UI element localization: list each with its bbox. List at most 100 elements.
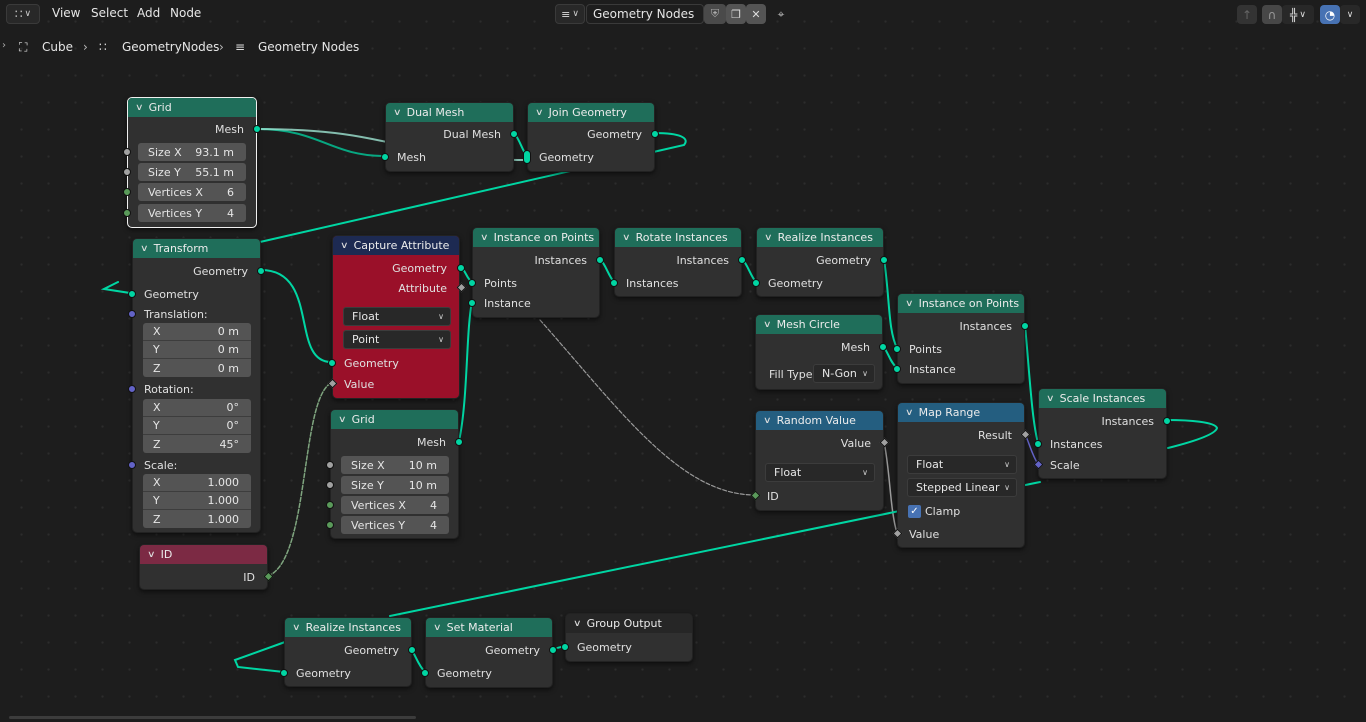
collapse-chevron-icon[interactable]: ∨ xyxy=(905,299,914,309)
fake-user-button[interactable]: ⛨ xyxy=(704,4,726,24)
output-socket-geometry[interactable] xyxy=(880,256,888,264)
collapse-chevron-icon[interactable]: ∨ xyxy=(338,415,347,425)
output-socket-mesh[interactable] xyxy=(253,125,261,133)
input-socket-geometry[interactable] xyxy=(752,279,760,287)
snap-toggle[interactable]: ∩ xyxy=(1262,5,1282,24)
vertices-x-field[interactable]: Vertices X4 xyxy=(341,496,449,514)
node-capture-attribute[interactable]: ∨ Capture Attribute Geometry Attribute Fl… xyxy=(327,235,467,399)
input-socket-instances[interactable] xyxy=(610,279,618,287)
collapse-chevron-icon[interactable]: ∨ xyxy=(763,416,772,426)
node-header[interactable]: ∨ ID xyxy=(140,545,267,564)
translation-x-field[interactable]: X0 m xyxy=(143,323,251,341)
duplicate-button[interactable]: ❐ xyxy=(726,4,746,24)
input-socket-rotation[interactable] xyxy=(128,385,136,393)
node-realize-instances-2[interactable]: ∨ Realize Instances Geometry Geometry xyxy=(280,617,416,687)
node-header[interactable]: ∨ Realize Instances xyxy=(285,618,411,637)
node-header[interactable]: ∨ Group Output xyxy=(566,614,692,633)
node-header[interactable]: ∨ Mesh Circle xyxy=(756,315,882,334)
domain-dropdown[interactable]: Point ∨ xyxy=(343,330,451,349)
node-header[interactable]: ∨ Join Geometry xyxy=(528,103,654,122)
scale-z-field[interactable]: Z 1.000 xyxy=(143,510,251,528)
node-set-material[interactable]: ∨ Set Material Geometry Geometry xyxy=(421,617,557,688)
collapse-chevron-icon[interactable]: ∨ xyxy=(135,103,144,113)
input-socket-translation[interactable] xyxy=(128,310,136,318)
input-socket-geometry[interactable] xyxy=(421,669,429,677)
size-x-field[interactable]: Size X 93.1 m xyxy=(138,143,246,161)
checkmark-icon[interactable]: ✓ xyxy=(908,504,921,518)
input-socket-geometry[interactable] xyxy=(280,669,288,677)
vertices-y-field[interactable]: Vertices Y4 xyxy=(138,204,246,222)
node-header[interactable]: ∨ Set Material xyxy=(426,618,552,637)
output-socket-instances[interactable] xyxy=(1021,322,1029,330)
node-rotate-instances[interactable]: ∨ Rotate Instances Instances Instances xyxy=(610,227,746,297)
collapse-chevron-icon[interactable]: ∨ xyxy=(140,244,149,254)
node-header[interactable]: ∨ Rotate Instances xyxy=(615,228,741,247)
node-group-output[interactable]: ∨ Group Output Geometry xyxy=(561,613,693,662)
node-grid-2[interactable]: ∨ Grid Mesh Size X 10 m Size Y 10 m Vertice… xyxy=(326,409,463,539)
input-socket-vertices-x[interactable] xyxy=(326,501,334,509)
scale-y-field[interactable]: Y 1.000 xyxy=(143,492,251,510)
collapse-chevron-icon[interactable]: ∨ xyxy=(292,623,301,633)
node-header[interactable]: ∨ Transform xyxy=(133,239,260,258)
node-instance-on-points[interactable]: ∨ Instance on Points Instances Points Ins… xyxy=(468,227,604,318)
node-header[interactable]: ∨ Dual Mesh xyxy=(386,103,513,122)
node-tree-name-field[interactable]: Geometry Nodes xyxy=(586,4,704,24)
node-instance-on-points-2[interactable]: ∨ Instance on Points Instances Points Ins… xyxy=(893,293,1029,384)
data-type-dropdown[interactable]: Float ∨ xyxy=(765,463,875,482)
rotation-z-field[interactable]: Z 45° xyxy=(143,435,251,453)
overlay-dropdown[interactable]: ∨ xyxy=(1340,5,1360,24)
parent-node-tree-button[interactable]: ↑ xyxy=(1237,5,1257,24)
collapse-chevron-icon[interactable]: ∨ xyxy=(1046,394,1055,404)
node-header[interactable]: ∨ Instance on Points xyxy=(898,294,1024,313)
breadcrumb-item-object[interactable]: Cube xyxy=(42,40,73,54)
node-tree-browse-button[interactable]: ≡ ∨ xyxy=(555,4,585,24)
input-socket-geometry-multi[interactable] xyxy=(523,150,531,164)
breadcrumb-item-modifier[interactable]: GeometryNodes xyxy=(122,40,219,54)
rotation-y-field[interactable]: Y 0° xyxy=(143,417,251,435)
input-socket-vertices-y[interactable] xyxy=(326,521,334,529)
sidebar-toggle-icon[interactable]: › xyxy=(2,40,6,51)
output-socket-instances[interactable] xyxy=(1163,417,1171,425)
output-socket-instances[interactable] xyxy=(738,256,746,264)
input-socket-size-x[interactable] xyxy=(326,461,334,469)
input-socket-mesh[interactable] xyxy=(381,153,389,161)
unlink-button[interactable]: ✕ xyxy=(746,4,766,24)
snap-mode-dropdown[interactable]: ╬ ∨ xyxy=(1282,5,1314,24)
output-socket-geometry[interactable] xyxy=(549,646,557,654)
output-socket-mesh[interactable] xyxy=(455,438,463,446)
input-socket-instance[interactable] xyxy=(468,299,476,307)
collapse-chevron-icon[interactable]: ∨ xyxy=(763,320,772,330)
node-dual-mesh[interactable]: ∨ Dual Mesh Dual Mesh Mesh xyxy=(381,102,518,172)
size-x-field[interactable]: Size X 10 m xyxy=(341,456,449,474)
input-socket-vertices-y[interactable] xyxy=(123,209,131,217)
menu-add[interactable]: Add xyxy=(137,6,160,20)
editor-type-button[interactable]: ∷ ∨ xyxy=(6,4,40,24)
collapse-chevron-icon[interactable]: ∨ xyxy=(535,108,544,118)
node-join-geometry[interactable]: ∨ Join Geometry Geometry Geometry xyxy=(523,102,659,172)
input-socket-geometry[interactable] xyxy=(561,643,569,651)
vertices-x-field[interactable]: Vertices X6 xyxy=(138,183,246,201)
input-socket-points[interactable] xyxy=(893,345,901,353)
menu-select[interactable]: Select xyxy=(91,6,128,20)
vertices-y-field[interactable]: Vertices Y4 xyxy=(341,516,449,534)
input-socket-instance[interactable] xyxy=(893,365,901,373)
collapse-chevron-icon[interactable]: ∨ xyxy=(480,233,489,243)
output-socket-instances[interactable] xyxy=(596,256,604,264)
menu-view[interactable]: View xyxy=(52,6,80,20)
interpolation-dropdown[interactable]: Stepped Linear ∨ xyxy=(907,478,1017,497)
collapse-chevron-icon[interactable]: ∨ xyxy=(393,108,402,118)
input-socket-geometry[interactable] xyxy=(128,290,136,298)
node-realize-instances[interactable]: ∨ Realize Instances Geometry Geometry xyxy=(752,227,888,297)
collapse-chevron-icon[interactable]: ∨ xyxy=(433,623,442,633)
size-y-field[interactable]: Size Y 55.1 m xyxy=(138,163,246,181)
node-map-range[interactable]: ∨ Map Range Result Float ∨ Stepped Linear ∨… xyxy=(892,402,1031,548)
node-header[interactable]: ∨ Map Range xyxy=(898,403,1024,422)
collapse-chevron-icon[interactable]: ∨ xyxy=(622,233,631,243)
node-mesh-circle[interactable]: ∨ Mesh Circle Mesh Fill Type N-Gon ∨ xyxy=(755,314,887,390)
collapse-chevron-icon[interactable]: ∨ xyxy=(573,619,582,629)
breadcrumb-item-node-tree[interactable]: Geometry Nodes xyxy=(258,40,359,54)
clamp-checkbox[interactable]: ✓ Clamp xyxy=(898,502,1024,520)
size-y-field[interactable]: Size Y 10 m xyxy=(341,476,449,494)
output-socket-dual-mesh[interactable] xyxy=(510,130,518,138)
translation-y-field[interactable]: Y0 m xyxy=(143,341,251,359)
